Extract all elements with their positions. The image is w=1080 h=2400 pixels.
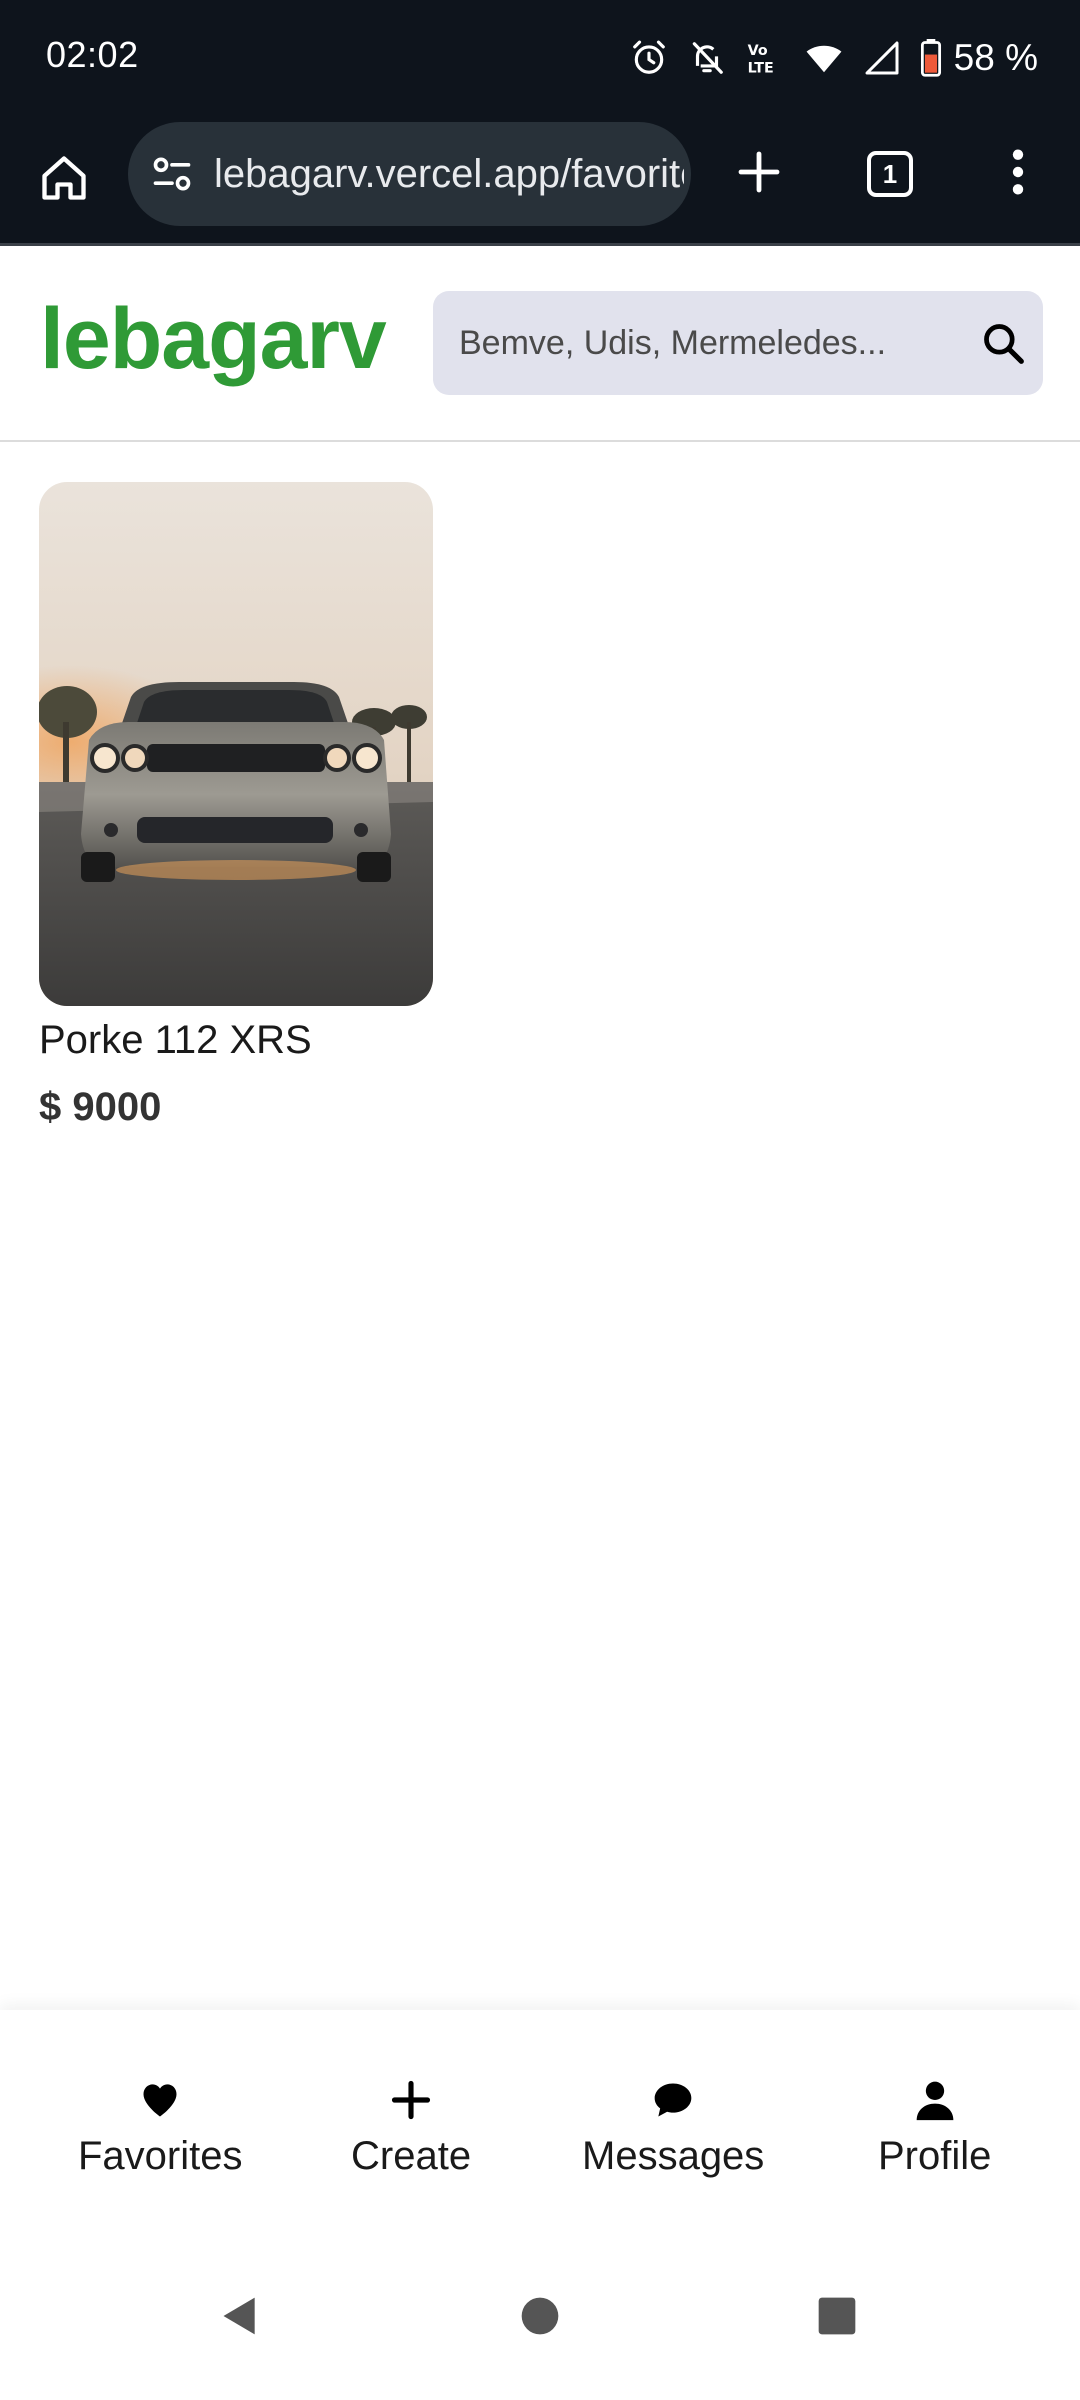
heart-icon: [143, 2084, 177, 2117]
home-circle-icon: [521, 2297, 559, 2335]
nav-favorites-label: Favorites: [78, 2134, 243, 2178]
bottom-nav: Favorites Create Messages Profile: [0, 2010, 1080, 2232]
plus-icon: [391, 2080, 431, 2120]
search-box: [433, 291, 1043, 395]
status-bar: 02:02 Vo LTE 58 %: [0, 0, 1080, 116]
status-icons: Vo LTE 58 %: [630, 30, 1038, 86]
url-text[interactable]: lebagarv.vercel.app/favorites: [214, 152, 684, 197]
favorite-card[interactable]: Porke 112 XRS $ 9000: [39, 482, 433, 1130]
browser-menu-button[interactable]: [996, 138, 1040, 206]
system-recents-button[interactable]: [805, 2284, 869, 2348]
address-bar[interactable]: lebagarv.vercel.app/favorites: [128, 122, 691, 226]
nav-profile-label: Profile: [878, 2134, 992, 2178]
nav-create-label: Create: [351, 2134, 472, 2178]
svg-text:LTE: LTE: [747, 60, 773, 76]
browser-home-button[interactable]: [30, 144, 98, 212]
home-icon: [42, 156, 86, 200]
system-back-button[interactable]: [208, 2284, 272, 2348]
card-title[interactable]: Porke 112 XRS: [39, 1018, 433, 1063]
nav-messages-label: Messages: [582, 2134, 765, 2178]
svg-text:Vo: Vo: [747, 43, 767, 59]
wifi-icon: [806, 45, 842, 73]
bell-off-icon: [692, 42, 723, 74]
status-time: 02:02: [46, 34, 139, 75]
battery-icon: [920, 39, 941, 77]
nav-create[interactable]: Create: [351, 2078, 471, 2179]
search-icon: [984, 324, 1024, 364]
app-header: lebagarv: [0, 248, 1080, 442]
recents-square-icon: [818, 2297, 856, 2335]
system-nav: [0, 2232, 1080, 2400]
plus-icon: [738, 151, 780, 193]
volte-icon: Vo LTE: [747, 43, 773, 76]
battery-percent: 58 %: [953, 37, 1038, 78]
system-home-button[interactable]: [508, 2284, 572, 2348]
search-input[interactable]: [433, 291, 963, 395]
person-icon: [916, 2081, 954, 2121]
new-tab-button[interactable]: [725, 138, 793, 206]
back-icon: [223, 2297, 255, 2335]
more-vert-icon: [1012, 149, 1024, 195]
car-photo[interactable]: [39, 482, 433, 1006]
site-settings-icon[interactable]: [150, 152, 194, 196]
tabs-icon: 1: [867, 151, 913, 197]
alarm-icon: [632, 40, 665, 74]
chat-bubble-icon: [654, 2083, 692, 2117]
nav-messages[interactable]: Messages: [582, 2078, 764, 2179]
nav-favorites[interactable]: Favorites: [78, 2078, 243, 2179]
browser-toolbar: lebagarv.vercel.app/favorites 1: [0, 116, 1080, 246]
signal-icon: [865, 41, 899, 75]
nav-profile[interactable]: Profile: [878, 2078, 991, 2179]
search-button[interactable]: [963, 291, 1043, 395]
site-logo[interactable]: lebagarv: [40, 290, 387, 389]
card-price: $ 9000: [39, 1085, 162, 1129]
tab-switcher-button[interactable]: 1: [858, 142, 922, 206]
